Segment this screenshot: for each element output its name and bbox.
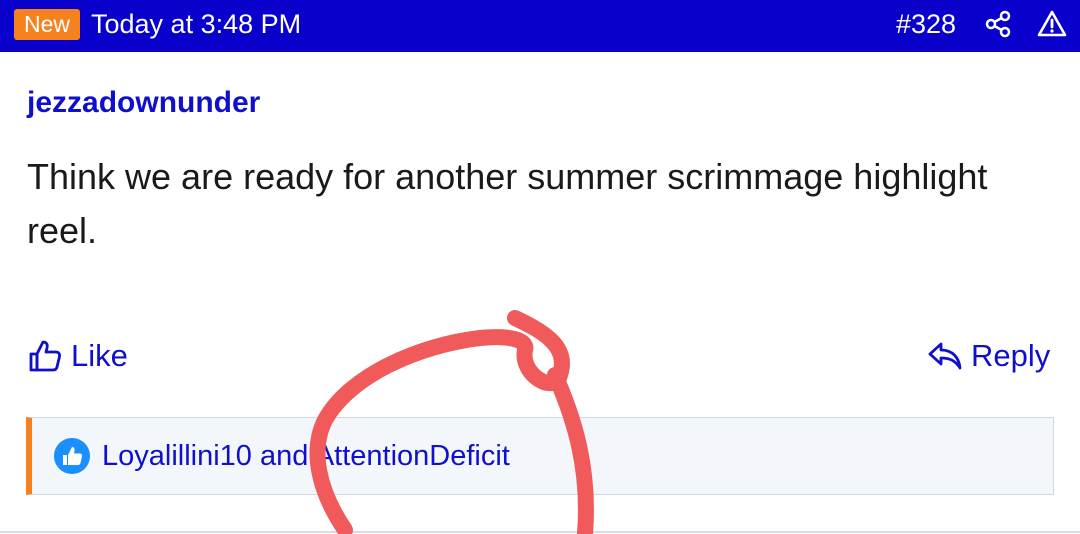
reply-icon	[928, 342, 962, 370]
like-button[interactable]: Like	[27, 334, 128, 378]
thumbs-up-icon	[54, 438, 90, 474]
post-author[interactable]: jezzadownunder	[27, 83, 260, 123]
warning-icon[interactable]	[1037, 9, 1067, 39]
divider	[0, 531, 1080, 533]
reactions-bar[interactable]: Loyalillini10 and AttentionDeficit	[26, 417, 1054, 495]
share-icon[interactable]	[983, 9, 1013, 39]
reactions-text[interactable]: Loyalillini10 and AttentionDeficit	[102, 436, 510, 476]
post-header: New Today at 3:48 PM #328	[0, 0, 1080, 52]
like-label: Like	[71, 338, 128, 373]
reply-button[interactable]: Reply	[927, 334, 1050, 378]
reply-label: Reply	[971, 338, 1051, 373]
new-badge: New	[14, 9, 81, 40]
post-timestamp[interactable]: Today at 3:48 PM	[91, 6, 301, 42]
thumbs-up-icon	[29, 340, 61, 372]
post-number-link[interactable]: #328	[896, 6, 956, 42]
post-body: Think we are ready for another summer sc…	[27, 156, 988, 251]
